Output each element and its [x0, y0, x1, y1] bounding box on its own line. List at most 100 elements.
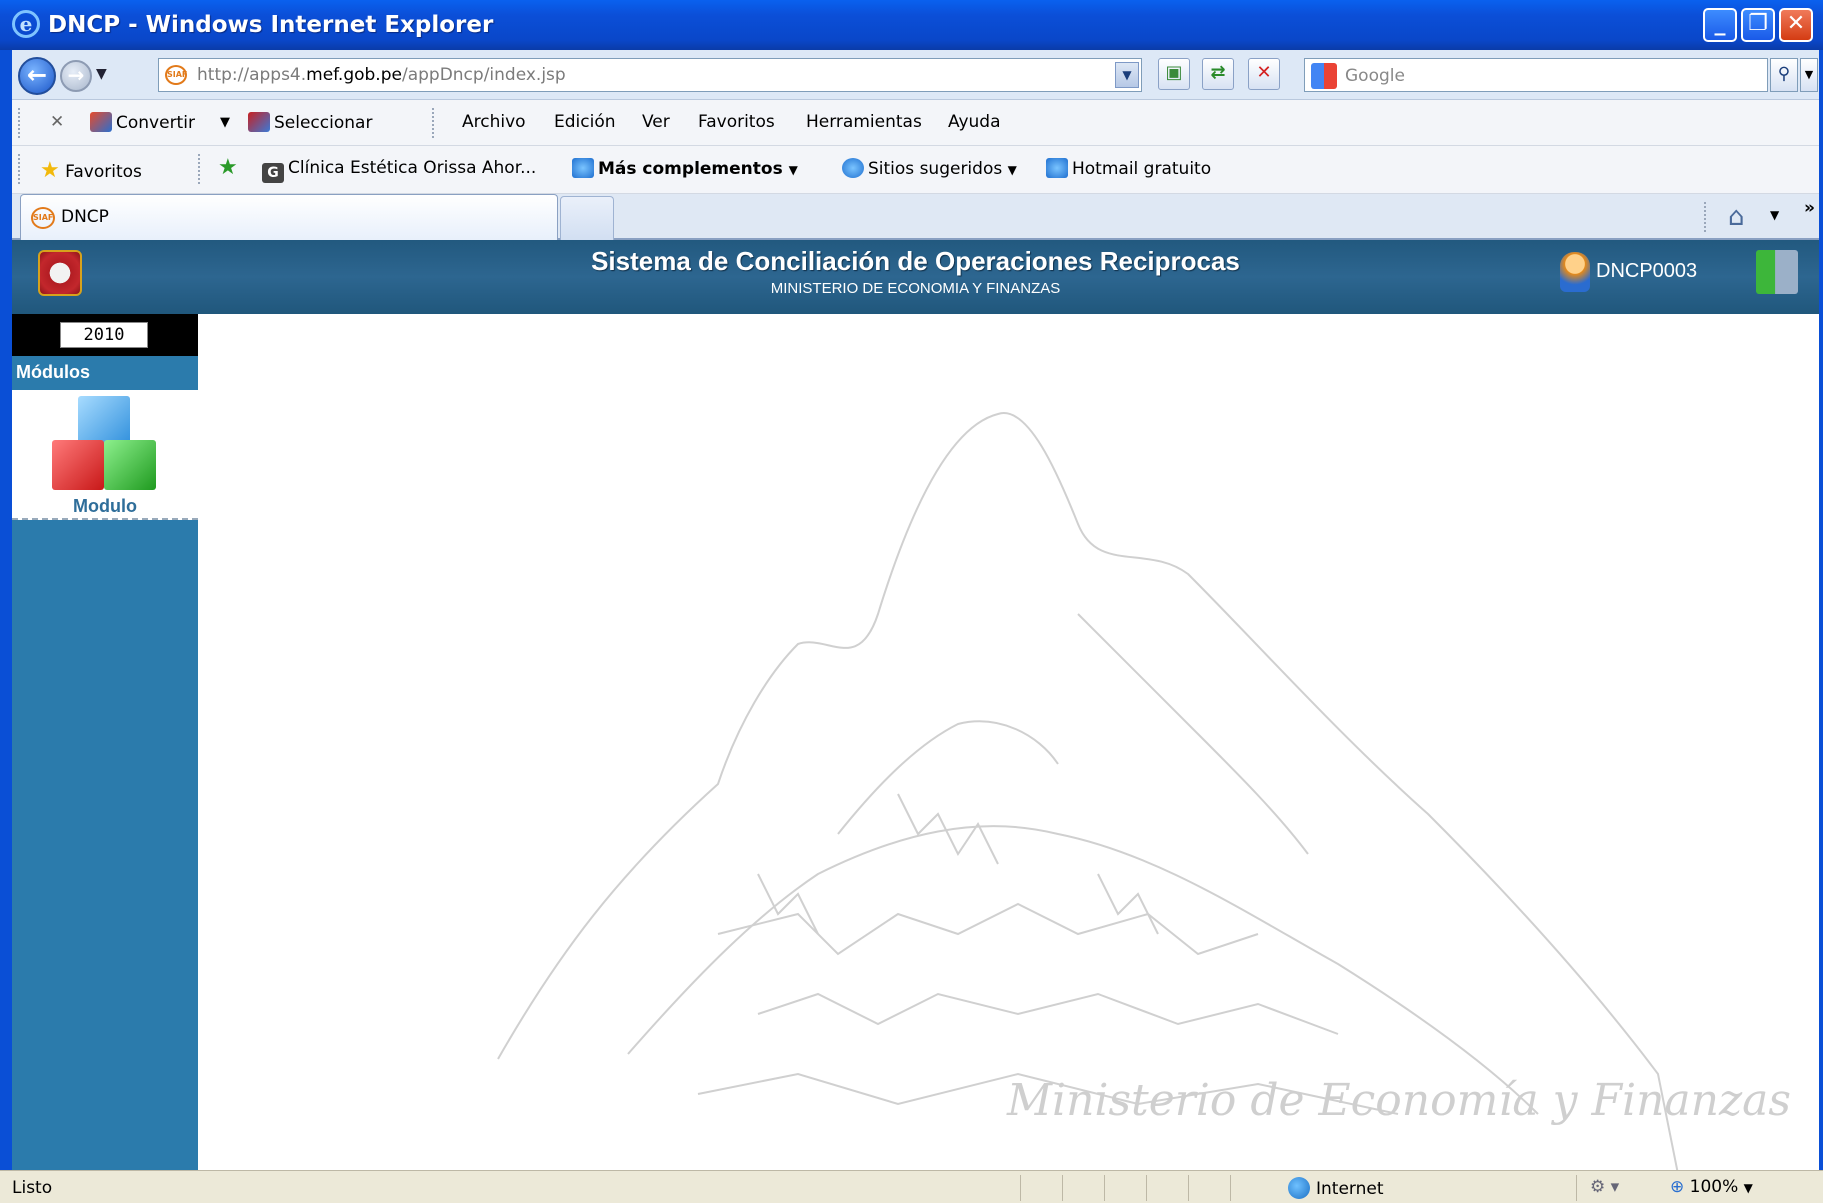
- address-bar[interactable]: SIAF http://apps4.mef.gob.pe/appDncp/ind…: [158, 58, 1142, 92]
- status-divider: [1230, 1175, 1231, 1201]
- main-content: Ministerio de Economía y Finanzas: [198, 314, 1819, 1170]
- ie-icon: [842, 158, 864, 178]
- ie-logo-icon: e: [12, 10, 40, 38]
- stop-button[interactable]: ✕: [1248, 58, 1280, 90]
- sidebar: 2010 Módulos Modulo: [12, 314, 198, 1170]
- module-cubes-icon: [46, 396, 160, 496]
- fav-link-complementos[interactable]: Más complementos ▼: [572, 158, 798, 179]
- module-item[interactable]: Modulo: [12, 390, 198, 520]
- g-favicon-icon: G: [262, 163, 284, 183]
- search-input[interactable]: Google: [1304, 58, 1768, 92]
- home-icon[interactable]: ⌂: [1728, 202, 1745, 232]
- favorites-button[interactable]: ★ Favoritos: [40, 158, 142, 183]
- protected-mode-icon[interactable]: ⚙ ▾: [1590, 1177, 1619, 1197]
- status-text: Listo: [12, 1178, 53, 1198]
- tab-bar: SIAF DNCP ⌂ ▼ »: [12, 194, 1819, 240]
- search-icon[interactable]: ⚲: [1770, 58, 1798, 92]
- fav-link-label: Hotmail gratuito: [1072, 159, 1212, 179]
- maximize-button[interactable]: ❐: [1741, 8, 1775, 42]
- status-bar: Listo Internet ⚙ ▾ ⊕ 100% ▼: [0, 1170, 1823, 1203]
- menu-herramientas[interactable]: Herramientas: [806, 112, 922, 132]
- user-icon: [1560, 252, 1590, 292]
- star-icon: ★: [40, 158, 60, 183]
- toolbar-grip[interactable]: [18, 108, 21, 138]
- app-subtitle: MINISTERIO DE ECONOMIA Y FINANZAS: [770, 280, 1061, 297]
- zoom-label: 100%: [1689, 1177, 1739, 1197]
- new-tab-button[interactable]: [560, 196, 614, 240]
- favorites-bar: ★ Favoritos ★ G Clínica Estética Orissa A…: [12, 146, 1819, 194]
- machu-picchu-watermark: [497, 412, 1679, 1170]
- ie-page-icon: [572, 158, 594, 178]
- tab-dncp[interactable]: SIAF DNCP: [20, 194, 558, 240]
- fav-link-label: Clínica Estética Orissa Ahor...: [288, 158, 537, 178]
- menu-ayuda[interactable]: Ayuda: [948, 112, 1001, 132]
- window-title: DNCP - Windows Internet Explorer: [48, 12, 494, 38]
- user-name: DNCP0003: [1596, 260, 1698, 282]
- status-divider: [1104, 1175, 1105, 1201]
- toolbar-grip[interactable]: [198, 154, 201, 184]
- search-options-dropdown[interactable]: ▼: [1800, 58, 1818, 92]
- status-divider: [1062, 1175, 1063, 1201]
- address-dropdown-icon[interactable]: ▼: [1115, 62, 1139, 88]
- menu-favoritos[interactable]: Favoritos: [698, 112, 775, 132]
- fav-link-sitios[interactable]: Sitios sugeridos ▼: [842, 158, 1017, 179]
- address-toolbar: ← → ▼ SIAF http://apps4.mef.gob.pe/appDn…: [12, 50, 1819, 100]
- convert-dropdown-icon[interactable]: ▼: [220, 115, 230, 130]
- ie-page-icon: [1046, 158, 1068, 178]
- site-favicon-icon: SIAF: [165, 65, 187, 85]
- status-divider: [1188, 1175, 1189, 1201]
- select-button[interactable]: Seleccionar: [248, 112, 372, 133]
- status-divider: [1576, 1175, 1577, 1201]
- favorites-label: Favoritos: [65, 162, 142, 182]
- history-dropdown-icon[interactable]: ▼: [96, 66, 107, 82]
- modules-heading: Módulos: [12, 356, 198, 390]
- status-divider: [1146, 1175, 1147, 1201]
- close-button[interactable]: ✕: [1779, 8, 1813, 42]
- zoom-control[interactable]: ⊕ 100% ▼: [1670, 1177, 1753, 1197]
- fav-link-clinica[interactable]: G Clínica Estética Orissa Ahor...: [262, 158, 536, 183]
- more-chevron-icon[interactable]: »: [1804, 198, 1815, 218]
- toolbar-grip[interactable]: [1704, 202, 1707, 232]
- fav-link-label: Más complementos: [598, 159, 783, 179]
- title-bar: e DNCP - Windows Internet Explorer _ ❐ ✕: [0, 0, 1823, 50]
- year-field[interactable]: 2010: [60, 322, 148, 348]
- menu-edicion[interactable]: Edición: [554, 112, 616, 132]
- logout-icon[interactable]: [1756, 250, 1798, 294]
- menu-archivo[interactable]: Archivo: [462, 112, 526, 132]
- status-divider: [1020, 1175, 1021, 1201]
- compatibility-view-button[interactable]: ▣: [1158, 58, 1190, 90]
- select-icon: [248, 112, 270, 132]
- minimize-button[interactable]: _: [1703, 8, 1737, 42]
- browser-window: e DNCP - Windows Internet Explorer _ ❐ ✕…: [0, 0, 1823, 1203]
- watermark-text: Ministerio de Economía y Finanzas: [1006, 1075, 1791, 1126]
- zoom-icon: ⊕: [1670, 1177, 1685, 1197]
- convert-button[interactable]: Convertir: [90, 112, 195, 133]
- address-url[interactable]: http://apps4.mef.gob.pe/appDncp/index.js…: [197, 65, 566, 85]
- toolbar-grip[interactable]: [432, 108, 435, 138]
- tab-label: DNCP: [61, 207, 109, 227]
- add-favorite-icon[interactable]: ★: [218, 155, 238, 180]
- security-zone[interactable]: Internet: [1288, 1177, 1384, 1199]
- forward-button[interactable]: →: [60, 60, 92, 92]
- close-toolbar-icon[interactable]: ✕: [50, 112, 64, 132]
- convert-icon: [90, 112, 112, 132]
- back-button[interactable]: ←: [18, 57, 56, 95]
- search-placeholder: Google: [1345, 66, 1405, 86]
- convert-label: Convertir: [116, 113, 195, 133]
- app-header: Sistema de Conciliación de Operaciones R…: [12, 240, 1819, 314]
- tab-favicon-icon: SIAF: [31, 207, 55, 229]
- home-dropdown-icon[interactable]: ▼: [1770, 208, 1779, 222]
- module-label: Modulo: [73, 496, 137, 516]
- select-label: Seleccionar: [274, 113, 373, 133]
- year-panel: 2010: [12, 314, 198, 356]
- fav-link-label: Sitios sugeridos: [868, 159, 1003, 179]
- menu-bar: ✕ Convertir ▼ Seleccionar Archivo Edició…: [12, 100, 1819, 146]
- globe-icon: [1288, 1177, 1310, 1199]
- zone-label: Internet: [1316, 1179, 1384, 1199]
- fav-link-hotmail[interactable]: Hotmail gratuito: [1046, 158, 1211, 179]
- menu-ver[interactable]: Ver: [642, 112, 670, 132]
- refresh-button[interactable]: ⇄: [1202, 58, 1234, 90]
- google-icon: [1311, 63, 1337, 89]
- app-title: Sistema de Conciliación de Operaciones R…: [591, 246, 1240, 276]
- toolbar-grip[interactable]: [18, 154, 21, 184]
